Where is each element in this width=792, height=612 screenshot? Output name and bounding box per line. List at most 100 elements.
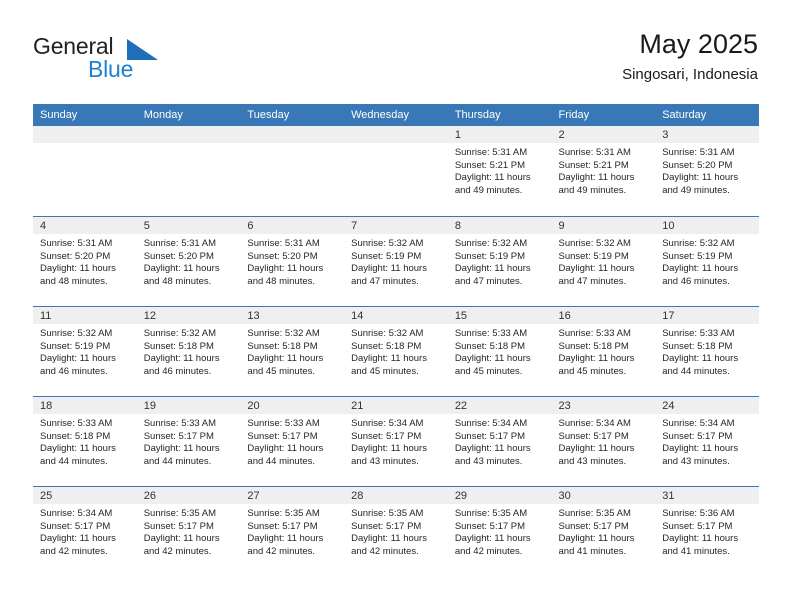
daylight-text: Daylight: 11 hours and 49 minutes. [662, 172, 739, 196]
calendar-day-cell[interactable]: 20 Sunrise: 5:33 AM Sunset: 5:17 PM Dayligh… [240, 397, 345, 486]
sunset-text: Sunset: 5:18 PM [247, 340, 318, 352]
day-number: 23 [551, 397, 656, 414]
daylight-text: Daylight: 11 hours and 48 minutes. [40, 263, 116, 287]
calendar-day-cell[interactable]: 6 Sunrise: 5:31 AM Sunset: 5:20 PM Daylight… [240, 217, 345, 306]
calendar-day-cell[interactable]: 31 Sunrise: 5:36 AM Sunset: 5:17 PM Dayligh… [655, 487, 759, 576]
sunset-text: Sunset: 5:17 PM [454, 520, 526, 532]
calendar-day-cell[interactable]: 2 Sunrise: 5:31 AM Sunset: 5:21 PM Daylight… [551, 126, 656, 216]
calendar-day-cell[interactable]: 5 Sunrise: 5:31 AM Sunset: 5:20 PM Daylight… [136, 217, 241, 306]
calendar-week-row: 18 Sunrise: 5:33 AM Sunset: 5:18 PM Dayligh… [33, 396, 759, 486]
calendar-week-row: 11 Sunrise: 5:32 AM Sunset: 5:19 PM Dayligh… [33, 306, 759, 396]
calendar-grid: Sunday Monday Tuesday Wednesday Thursday… [33, 104, 759, 576]
day-number: 29 [447, 487, 552, 504]
calendar-day-cell[interactable]: 9 Sunrise: 5:32 AM Sunset: 5:19 PM Daylight… [551, 217, 656, 306]
day-number: 3 [655, 126, 759, 143]
calendar-day-cell[interactable]: 8 Sunrise: 5:32 AM Sunset: 5:19 PM Daylight… [447, 217, 552, 306]
daylight-text: Daylight: 11 hours and 43 minutes. [558, 443, 635, 467]
calendar-day-cell[interactable]: 30 Sunrise: 5:35 AM Sunset: 5:17 PM Dayligh… [551, 487, 656, 576]
calendar-day-cell-empty [33, 126, 137, 216]
calendar-day-cell[interactable]: 26 Sunrise: 5:35 AM Sunset: 5:17 PM Dayligh… [136, 487, 241, 576]
day-number [344, 126, 448, 143]
brand-logo[interactable]: General Blue [33, 33, 233, 91]
day-sun-info: Sunrise: 5:33 AM Sunset: 5:18 PM Daylight:… [448, 324, 552, 378]
sunrise-text: Sunrise: 5:35 AM [247, 508, 320, 519]
sunrise-text: Sunrise: 5:32 AM [351, 238, 424, 249]
day-number: 15 [447, 307, 552, 324]
sunrise-text: Sunrise: 5:32 AM [351, 328, 424, 339]
calendar-day-cell[interactable]: 25 Sunrise: 5:34 AM Sunset: 5:17 PM Dayligh… [33, 487, 137, 576]
calendar-day-cell[interactable]: 23 Sunrise: 5:34 AM Sunset: 5:17 PM Dayligh… [551, 397, 656, 486]
calendar-day-cell[interactable]: 11 Sunrise: 5:32 AM Sunset: 5:19 PM Dayligh… [33, 307, 137, 396]
sunset-text: Sunset: 5:20 PM [662, 159, 733, 171]
daylight-text: Daylight: 11 hours and 47 minutes. [454, 263, 531, 287]
daylight-text: Daylight: 11 hours and 42 minutes. [247, 533, 324, 557]
sunrise-text: Sunrise: 5:35 AM [558, 508, 631, 519]
sunset-text: Sunset: 5:17 PM [40, 520, 111, 532]
sunrise-text: Sunrise: 5:33 AM [454, 328, 528, 339]
day-number: 31 [655, 487, 759, 504]
daylight-text: Daylight: 11 hours and 46 minutes. [662, 263, 739, 287]
calendar-day-cell[interactable]: 15 Sunrise: 5:33 AM Sunset: 5:18 PM Dayligh… [447, 307, 552, 396]
sunrise-text: Sunrise: 5:31 AM [143, 238, 217, 249]
sunset-text: Sunset: 5:18 PM [558, 340, 629, 352]
calendar-week-row: 4 Sunrise: 5:31 AM Sunset: 5:20 PM Daylight… [33, 216, 759, 306]
calendar-day-cell[interactable]: 29 Sunrise: 5:35 AM Sunset: 5:17 PM Dayligh… [447, 487, 552, 576]
calendar-day-cell[interactable]: 19 Sunrise: 5:33 AM Sunset: 5:17 PM Dayligh… [136, 397, 241, 486]
calendar-day-cell[interactable]: 18 Sunrise: 5:33 AM Sunset: 5:18 PM Dayligh… [33, 397, 137, 486]
sunset-text: Sunset: 5:19 PM [351, 250, 422, 262]
day-sun-info: Sunrise: 5:33 AM Sunset: 5:17 PM Daylight:… [240, 414, 344, 468]
calendar-page: General Blue May 2025 Singosari, Indones… [0, 0, 792, 612]
calendar-day-cell[interactable]: 22 Sunrise: 5:34 AM Sunset: 5:17 PM Dayligh… [447, 397, 552, 486]
calendar-day-cell[interactable]: 7 Sunrise: 5:32 AM Sunset: 5:19 PM Daylight… [344, 217, 448, 306]
sunset-text: Sunset: 5:17 PM [351, 430, 422, 442]
calendar-day-cell[interactable]: 1 Sunrise: 5:31 AM Sunset: 5:21 PM Daylight… [447, 126, 552, 216]
sunrise-text: Sunrise: 5:33 AM [143, 418, 217, 429]
sunset-text: Sunset: 5:20 PM [247, 250, 318, 262]
daylight-text: Daylight: 11 hours and 44 minutes. [40, 443, 116, 467]
sunset-text: Sunset: 5:19 PM [558, 250, 629, 262]
day-sun-info: Sunrise: 5:32 AM Sunset: 5:18 PM Daylight:… [344, 324, 448, 378]
sunrise-text: Sunrise: 5:36 AM [662, 508, 735, 519]
calendar-day-cell[interactable]: 21 Sunrise: 5:34 AM Sunset: 5:17 PM Dayligh… [344, 397, 448, 486]
sunrise-text: Sunrise: 5:31 AM [454, 147, 528, 158]
daylight-text: Daylight: 11 hours and 48 minutes. [143, 263, 220, 287]
sunrise-text: Sunrise: 5:35 AM [454, 508, 528, 519]
day-number: 20 [240, 397, 345, 414]
calendar-day-cell[interactable]: 14 Sunrise: 5:32 AM Sunset: 5:18 PM Dayligh… [344, 307, 448, 396]
sunrise-text: Sunrise: 5:31 AM [40, 238, 113, 249]
day-number: 7 [344, 217, 448, 234]
day-sun-info: Sunrise: 5:32 AM Sunset: 5:18 PM Daylight:… [240, 324, 344, 378]
day-number: 26 [136, 487, 241, 504]
day-sun-info: Sunrise: 5:34 AM Sunset: 5:17 PM Daylight:… [344, 414, 448, 468]
weekday-header-saturday: Saturday [662, 109, 707, 121]
day-number [136, 126, 241, 143]
calendar-day-cell[interactable]: 4 Sunrise: 5:31 AM Sunset: 5:20 PM Daylight… [33, 217, 137, 306]
day-sun-info: Sunrise: 5:34 AM Sunset: 5:17 PM Daylight:… [552, 414, 656, 468]
sunset-text: Sunset: 5:19 PM [662, 250, 733, 262]
sunset-text: Sunset: 5:18 PM [40, 430, 111, 442]
sunset-text: Sunset: 5:17 PM [558, 430, 629, 442]
calendar-day-cell[interactable]: 24 Sunrise: 5:34 AM Sunset: 5:17 PM Dayligh… [655, 397, 759, 486]
sunrise-text: Sunrise: 5:32 AM [558, 238, 631, 249]
calendar-day-cell[interactable]: 3 Sunrise: 5:31 AM Sunset: 5:20 PM Daylight… [655, 126, 759, 216]
calendar-day-cell[interactable]: 10 Sunrise: 5:32 AM Sunset: 5:19 PM Dayligh… [655, 217, 759, 306]
brand-name-blue: Blue [88, 56, 134, 82]
day-number [33, 126, 137, 143]
calendar-day-cell[interactable]: 28 Sunrise: 5:35 AM Sunset: 5:17 PM Dayligh… [344, 487, 448, 576]
sunrise-text: Sunrise: 5:33 AM [247, 418, 320, 429]
day-sun-info: Sunrise: 5:32 AM Sunset: 5:19 PM Daylight:… [33, 324, 137, 378]
sunset-text: Sunset: 5:17 PM [143, 430, 214, 442]
sunrise-text: Sunrise: 5:32 AM [454, 238, 528, 249]
day-number: 17 [655, 307, 759, 324]
sunset-text: Sunset: 5:17 PM [558, 520, 629, 532]
page-title: May 2025 [639, 29, 758, 59]
calendar-day-cell[interactable]: 13 Sunrise: 5:32 AM Sunset: 5:18 PM Dayligh… [240, 307, 345, 396]
calendar-day-cell[interactable]: 17 Sunrise: 5:33 AM Sunset: 5:18 PM Dayligh… [655, 307, 759, 396]
calendar-day-cell[interactable]: 12 Sunrise: 5:32 AM Sunset: 5:18 PM Dayligh… [136, 307, 241, 396]
sunrise-text: Sunrise: 5:33 AM [40, 418, 113, 429]
calendar-day-cell[interactable]: 16 Sunrise: 5:33 AM Sunset: 5:18 PM Dayligh… [551, 307, 656, 396]
calendar-day-cell[interactable]: 27 Sunrise: 5:35 AM Sunset: 5:17 PM Dayligh… [240, 487, 345, 576]
sunset-text: Sunset: 5:18 PM [143, 340, 214, 352]
day-number [240, 126, 345, 143]
sunset-text: Sunset: 5:18 PM [454, 340, 526, 352]
